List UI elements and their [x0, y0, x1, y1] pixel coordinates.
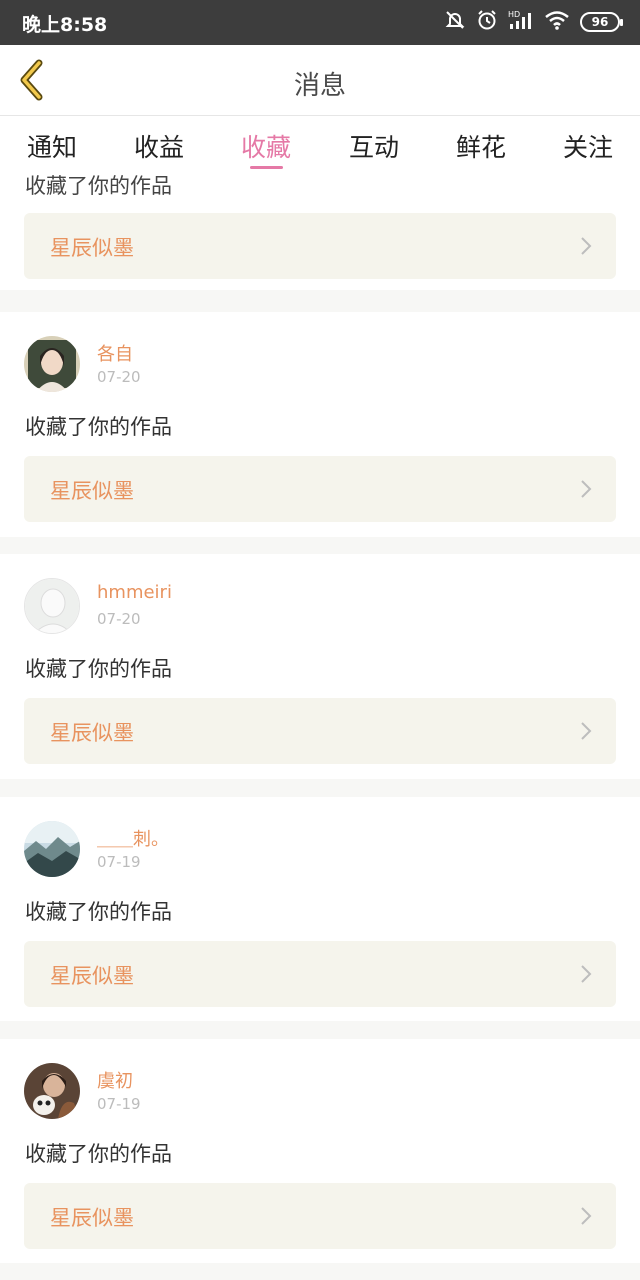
battery-icon: 96 [580, 12, 623, 32]
page-title: 消息 [293, 71, 346, 101]
work-link[interactable]: 星辰似墨 [24, 1183, 616, 1249]
work-title: 星辰似墨 [50, 1206, 134, 1230]
list-item: hmmeiri 07-20 收藏了你的作品 星辰似墨 [0, 554, 640, 779]
tab-interactions[interactable]: 互动 [334, 128, 414, 164]
username[interactable]: ＿＿刺。 [97, 825, 169, 851]
active-tab-indicator [250, 166, 283, 169]
chevron-right-icon [581, 1207, 592, 1225]
tab-following[interactable]: 关注 [548, 128, 628, 164]
action-text: 收藏了你的作品 [25, 415, 172, 439]
avatar[interactable] [24, 336, 80, 392]
work-link[interactable]: 星辰似墨 [24, 456, 616, 522]
work-link[interactable]: 星辰似墨 [24, 213, 616, 279]
action-text: 收藏了你的作品 [25, 900, 172, 924]
status-bar: 晚上8:58 HD 96 [0, 0, 640, 45]
work-title: 星辰似墨 [50, 479, 134, 503]
avatar[interactable] [24, 1063, 80, 1119]
action-text: 收藏了你的作品 [25, 1142, 172, 1166]
tab-flowers[interactable]: 鲜花 [441, 128, 521, 164]
date: 07-19 [97, 853, 141, 871]
username[interactable]: hmmeiri [97, 582, 172, 603]
work-title: 星辰似墨 [50, 236, 134, 260]
list-item: 虞初 07-19 收藏了你的作品 星辰似墨 [0, 1039, 640, 1263]
tab-favorites[interactable]: 收藏 [226, 128, 306, 164]
action-text: 收藏了你的作品 [25, 657, 172, 681]
date: 07-20 [97, 368, 141, 386]
alarm-icon [476, 9, 498, 35]
date: 07-20 [97, 610, 141, 628]
avatar[interactable] [24, 578, 80, 634]
svg-text:HD: HD [508, 10, 520, 19]
chevron-right-icon [581, 965, 592, 983]
work-link[interactable]: 星辰似墨 [24, 698, 616, 764]
action-text: 收藏了你的作品 [25, 174, 172, 198]
status-icons: HD 96 [444, 9, 623, 35]
list-item: 收藏了你的作品 星辰似墨 [0, 174, 640, 290]
header: 消息 [0, 45, 640, 116]
chevron-right-icon [581, 237, 592, 255]
wifi-icon [544, 9, 570, 35]
date: 07-19 [97, 1095, 141, 1113]
avatar[interactable] [24, 821, 80, 877]
work-title: 星辰似墨 [50, 964, 134, 988]
username[interactable]: 虞初 [97, 1067, 133, 1093]
chevron-right-icon [581, 480, 592, 498]
chevron-right-icon [581, 722, 592, 740]
message-feed[interactable]: 收藏了你的作品 星辰似墨 各自 07-20 收藏了你的作品 星辰似墨 hmmei… [0, 174, 640, 1280]
tab-bar: 通知 收益 收藏 互动 鲜花 关注 [0, 116, 640, 174]
hd-signal-icon: HD [508, 9, 534, 35]
username[interactable]: 各自 [97, 340, 133, 366]
tab-earnings[interactable]: 收益 [119, 128, 199, 164]
work-link[interactable]: 星辰似墨 [24, 941, 616, 1007]
status-time: 晚上8:58 [22, 14, 108, 36]
list-item: 各自 07-20 收藏了你的作品 星辰似墨 [0, 312, 640, 537]
mute-icon [444, 9, 466, 35]
tab-notifications[interactable]: 通知 [12, 128, 92, 164]
list-item: ＿＿刺。 07-19 收藏了你的作品 星辰似墨 [0, 797, 640, 1021]
work-title: 星辰似墨 [50, 721, 134, 745]
